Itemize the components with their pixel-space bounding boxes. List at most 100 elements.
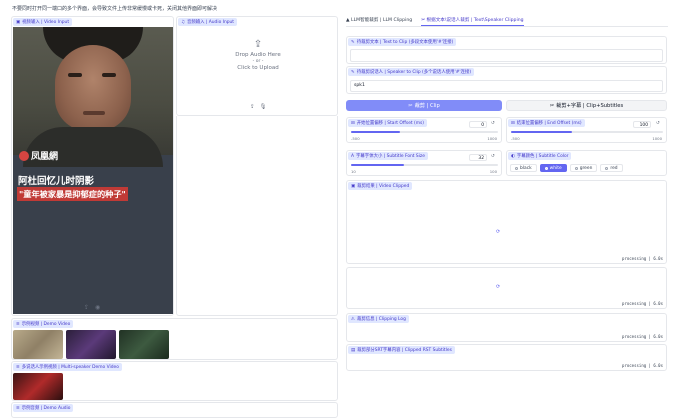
multi-speaker-thumb[interactable] bbox=[13, 373, 63, 400]
radio-dot-icon bbox=[515, 166, 518, 170]
audio-clipped-status: processing | 6.0s bbox=[622, 301, 663, 306]
radio-dot-icon bbox=[605, 166, 609, 170]
loading-spinner-icon: ⟳ bbox=[496, 284, 501, 290]
demo-video-thumb-2[interactable] bbox=[66, 330, 116, 359]
font-color-block: ◐ 字幕颜色 | Subtitle Color black white gree… bbox=[506, 150, 667, 176]
font-size-label: A 字幕字体大小 | Subtitle Font Size bbox=[348, 152, 428, 160]
start-offset-value[interactable]: 0 bbox=[469, 121, 487, 128]
demo-video-thumb-3[interactable] bbox=[119, 330, 169, 359]
list-icon: ≡ bbox=[16, 321, 20, 327]
start-offset-min: -500 bbox=[351, 136, 360, 141]
srt-subtitles-label: ▤ 裁剪部分SRT字幕内容 | Clipped RST Subtitles bbox=[348, 346, 455, 354]
scissors-icon: ✂ bbox=[549, 102, 555, 109]
text-to-clip-block: ✎ 待裁剪文本 | Text to Clip (多段文本使用'#'连接) bbox=[346, 36, 667, 64]
list-icon: ≡ bbox=[16, 405, 20, 411]
music-icon: ♫ bbox=[181, 19, 185, 25]
video-caption-line1: 阿杜回忆儿时阴影 bbox=[18, 176, 95, 187]
loading-spinner-icon: ⟳ bbox=[496, 229, 501, 235]
robot-icon: ▲ bbox=[346, 18, 350, 23]
demo-audio-label: ≡ 示例音频 | Demo Audio bbox=[13, 404, 74, 412]
audio-drop-zone[interactable]: ⇪ Drop Audio Here - or - Click to Upload bbox=[187, 39, 329, 101]
font-size-max: 100 bbox=[489, 169, 497, 174]
document-icon: ▤ bbox=[351, 347, 356, 353]
color-option-green[interactable]: green bbox=[569, 164, 598, 172]
logo-mark-icon bbox=[19, 150, 29, 161]
end-offset-value[interactable]: 100 bbox=[633, 121, 651, 128]
font-color-label: ◐ 字幕颜色 | Subtitle Color bbox=[508, 152, 572, 160]
clip-button[interactable]: ✂ 裁剪 | Clip bbox=[346, 100, 502, 111]
end-offset-block: ⊟ 结束位置偏移 | End Offset (ms) 100 ↺ -500 10… bbox=[506, 117, 667, 143]
speaker-to-clip-input[interactable]: spk1 bbox=[350, 80, 663, 92]
video-player[interactable]: 凤凰網 阿杜回忆儿时阴影 "童年被家暴是抑郁症的种子" bbox=[13, 27, 173, 314]
upload-icon[interactable]: ⇪ bbox=[250, 104, 255, 110]
text-to-clip-input[interactable] bbox=[350, 49, 663, 62]
video-caption-line2: "童年被家暴是抑郁症的种子" bbox=[17, 187, 128, 201]
font-size-value[interactable]: 32 bbox=[469, 154, 487, 161]
video-input-label: ▣ 视频输入 | Video Input bbox=[13, 18, 73, 26]
sliders-icon: ⊟ bbox=[351, 120, 355, 126]
color-option-red[interactable]: red bbox=[600, 164, 623, 172]
clipping-tabs: ▲ LLM智能裁剪 | LLM Clipping ✂ 根据文本\说话人裁剪 | … bbox=[346, 17, 668, 27]
start-offset-slider[interactable] bbox=[351, 131, 498, 133]
reset-icon[interactable]: ↺ bbox=[491, 154, 495, 159]
reset-icon[interactable]: ↺ bbox=[491, 121, 495, 126]
brand-logo: 凤凰網 bbox=[19, 149, 58, 162]
end-offset-slider[interactable] bbox=[511, 131, 663, 133]
srt-subtitles-panel: ▤ 裁剪部分SRT字幕内容 | Clipped RST Subtitles pr… bbox=[346, 344, 667, 371]
tab-llm-clipping[interactable]: ▲ LLM智能裁剪 | LLM Clipping bbox=[346, 17, 412, 26]
reset-icon[interactable]: ↺ bbox=[656, 121, 660, 126]
speaker-to-clip-label: ✎ 待裁剪说话人 | Speaker to Clip (多个说话人使用'#'连接… bbox=[348, 68, 475, 76]
sliders-icon: ⊟ bbox=[511, 120, 515, 126]
clipping-log-panel: ⚠ 裁剪信息 | Clipping Log processing | 6.0s bbox=[346, 313, 667, 342]
radio-dot-icon bbox=[544, 166, 548, 170]
radio-dot-icon bbox=[574, 166, 578, 170]
video-icon: ▣ bbox=[16, 19, 21, 25]
srt-subtitles-status: processing | 6.0s bbox=[622, 363, 663, 368]
demo-video-label: ≡ 示例视频 | Demo Video bbox=[13, 320, 74, 328]
end-offset-slider-fill bbox=[511, 131, 572, 133]
demo-audio-section: ≡ 示例音频 | Demo Audio bbox=[11, 402, 338, 418]
font-size-min: 10 bbox=[351, 169, 356, 174]
font-size-block: A 字幕字体大小 | Subtitle Font Size 32 ↺ 10 10… bbox=[346, 150, 502, 176]
end-offset-label: ⊟ 结束位置偏移 | End Offset (ms) bbox=[508, 119, 585, 127]
color-option-black[interactable]: black bbox=[510, 164, 537, 172]
start-offset-block: ⊟ 开始位置偏移 | Start Offset (ms) 0 ↺ -500 10… bbox=[346, 117, 502, 143]
scissors-icon: ✂ bbox=[421, 18, 426, 23]
color-option-white[interactable]: white bbox=[539, 164, 567, 172]
video-input-panel: ▣ 视频输入 | Video Input 凤凰網 阿杜回忆儿时阴影 "童年被家暴… bbox=[11, 16, 174, 316]
webcam-icon[interactable]: ◉ bbox=[95, 304, 100, 311]
clipping-log-label: ⚠ 裁剪信息 | Clipping Log bbox=[348, 315, 409, 323]
notice-text: 不要同时打开同一端口的多个界面，会导致文件上传非常缓慢或卡死，关闭其他界面即可解… bbox=[12, 6, 218, 12]
demo-video-section: ≡ 示例视频 | Demo Video bbox=[11, 318, 338, 360]
start-offset-max: 1000 bbox=[487, 136, 497, 141]
font-size-slider[interactable] bbox=[351, 164, 498, 166]
palette-icon: ◐ bbox=[511, 153, 515, 159]
start-offset-label: ⊟ 开始位置偏移 | Start Offset (ms) bbox=[348, 119, 428, 127]
warning-icon: ⚠ bbox=[351, 316, 355, 322]
audio-toolbar: ⇪ 🎙 bbox=[250, 104, 267, 110]
audio-clipped-panel: ⟳ processing | 6.0s bbox=[346, 267, 667, 309]
multi-speaker-section: ≡ 多说话人示例视频 | Multi-speaker Demo Video bbox=[11, 361, 338, 401]
start-offset-slider-fill bbox=[351, 131, 400, 133]
video-icon: ▣ bbox=[351, 183, 356, 189]
clipping-log-status: processing | 6.0s bbox=[622, 334, 663, 339]
demo-video-thumb-1[interactable] bbox=[13, 330, 63, 359]
scissors-icon: ✂ bbox=[408, 102, 413, 109]
microphone-icon[interactable]: 🎙 bbox=[260, 104, 267, 110]
upload-icon: ⇪ bbox=[253, 39, 263, 50]
multi-speaker-label: ≡ 多说话人示例视频 | Multi-speaker Demo Video bbox=[13, 363, 122, 371]
pencil-icon: ✎ bbox=[351, 69, 355, 75]
pencil-icon: ✎ bbox=[351, 39, 355, 45]
text-to-clip-label: ✎ 待裁剪文本 | Text to Clip (多段文本使用'#'连接) bbox=[348, 38, 457, 46]
list-icon: ≡ bbox=[16, 364, 20, 370]
video-clipped-status: processing | 6.0s bbox=[622, 256, 663, 261]
audio-input-label: ♫ 音频输入 | Audio Input bbox=[178, 18, 238, 26]
font-icon: A bbox=[351, 153, 355, 159]
font-color-options: black white green red bbox=[510, 164, 623, 172]
audio-panel-extension bbox=[176, 116, 338, 316]
tab-text-speaker-clipping[interactable]: ✂ 根据文本\说话人裁剪 | Text\Speaker Clipping bbox=[421, 17, 524, 26]
clip-subtitles-button[interactable]: ✂ 裁剪+字幕 | Clip+Subtitles bbox=[506, 100, 667, 111]
video-clipped-label: ▣ 裁剪结果 | Video Clipped bbox=[348, 182, 413, 190]
audio-input-panel: ♫ 音频输入 | Audio Input ⇪ Drop Audio Here -… bbox=[176, 16, 338, 116]
upload-icon[interactable]: ⇪ bbox=[84, 304, 89, 311]
